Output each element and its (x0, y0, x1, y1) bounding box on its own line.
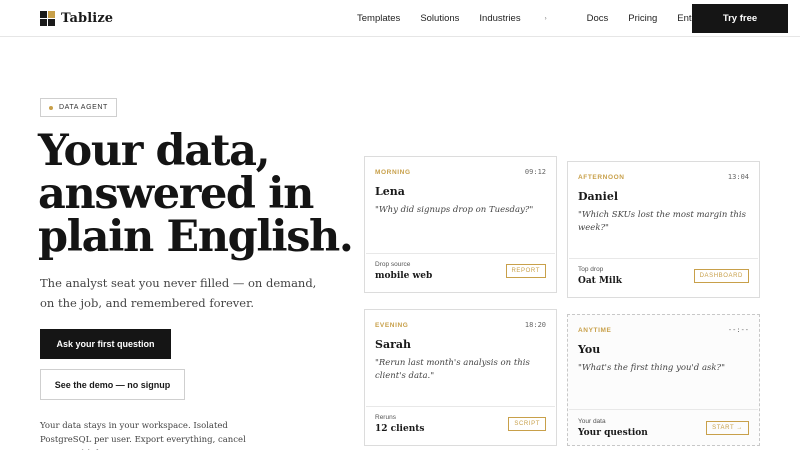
card-header: MORNING 09:12 (375, 168, 546, 176)
card-question: "Why did signups drop on Tuesday?" (375, 205, 534, 215)
card-divider (569, 409, 758, 410)
card-user-name: Daniel (578, 190, 619, 203)
use-case-card-evening: EVENING 18:20 Sarah "Rerun last month's … (364, 309, 557, 446)
use-case-card-anytime: ANYTIME --:-- You "What's the first thin… (567, 314, 760, 446)
brand-logo[interactable]: Tablize (40, 11, 113, 26)
nav-link-industries-label: Industries (479, 13, 521, 24)
logo-grid-icon (40, 11, 55, 26)
top-nav: Tablize Templates Solutions Industries › … (0, 0, 800, 37)
card-period: AFTERNOON (578, 173, 625, 181)
card-metric-value: 12 clients (375, 424, 425, 434)
brand-name: Tablize (61, 11, 114, 26)
card-user-name: Lena (375, 185, 405, 198)
card-user-name: Sarah (375, 338, 411, 351)
dashboard-tag-button[interactable]: DASHBOARD (693, 269, 749, 283)
badge-label: DATA AGENT (59, 104, 108, 111)
card-metric-label: Your data (578, 418, 606, 425)
card-time: 09:12 (524, 168, 546, 176)
card-metric-value: Oat Milk (578, 276, 622, 286)
card-header: EVENING 18:20 (375, 321, 546, 329)
card-metric-label: Drop source (375, 261, 411, 268)
data-agent-badge: DATA AGENT (40, 98, 117, 117)
privacy-footnote: Your data stays in your workspace. Isola… (40, 421, 246, 450)
hero-headline: Your data, answered in plain English. (38, 126, 354, 262)
hero-subhead: The analyst seat you never filled — on d… (40, 276, 317, 310)
card-question: "What's the first thing you'd ask?" (578, 363, 725, 373)
card-metric-value: mobile web (375, 271, 433, 281)
card-time: 18:20 (524, 321, 546, 329)
card-divider (569, 258, 758, 259)
nav-link-solutions[interactable]: Solutions (420, 13, 459, 24)
card-time: 13:04 (727, 173, 749, 181)
nav-link-templates[interactable]: Templates (357, 13, 400, 24)
nav-link-docs[interactable]: Docs (587, 13, 609, 24)
script-tag-button[interactable]: SCRIPT (508, 417, 546, 431)
nav-link-pricing[interactable]: Pricing (628, 13, 657, 24)
card-metric-value: Your question (578, 428, 648, 438)
card-divider (366, 406, 555, 407)
card-divider (366, 253, 555, 254)
report-tag-button[interactable]: REPORT (505, 264, 546, 278)
nav-links: Templates Solutions Industries › Docs Pri… (357, 13, 741, 24)
card-header: AFTERNOON 13:04 (578, 173, 749, 181)
try-free-button[interactable]: Try free (692, 4, 788, 33)
card-metric-label: Reruns (375, 414, 396, 421)
card-period: MORNING (375, 168, 411, 176)
card-question: "Which SKUs lost the most margin this we… (578, 210, 746, 233)
card-user-name: You (578, 343, 601, 356)
use-case-card-afternoon: AFTERNOON 13:04 Daniel "Which SKUs lost … (567, 161, 760, 298)
chevron-right-icon: › (544, 15, 547, 22)
badge-dot-icon (49, 105, 53, 110)
card-header: ANYTIME --:-- (578, 326, 749, 334)
see-demo-button[interactable]: See the demo — no signup (40, 369, 185, 400)
ask-first-question-button[interactable]: Ask your first question (40, 329, 171, 359)
start-tag-button[interactable]: START → (706, 421, 749, 435)
nav-link-industries[interactable]: Industries › (479, 13, 566, 24)
card-time: --:-- (727, 326, 749, 334)
card-period: ANYTIME (578, 326, 612, 334)
use-case-card-morning: MORNING 09:12 Lena "Why did signups drop… (364, 156, 557, 293)
card-period: EVENING (375, 321, 409, 329)
card-question: "Rerun last month's analysis on this cli… (375, 358, 530, 381)
card-metric-label: Top drop (578, 266, 604, 273)
